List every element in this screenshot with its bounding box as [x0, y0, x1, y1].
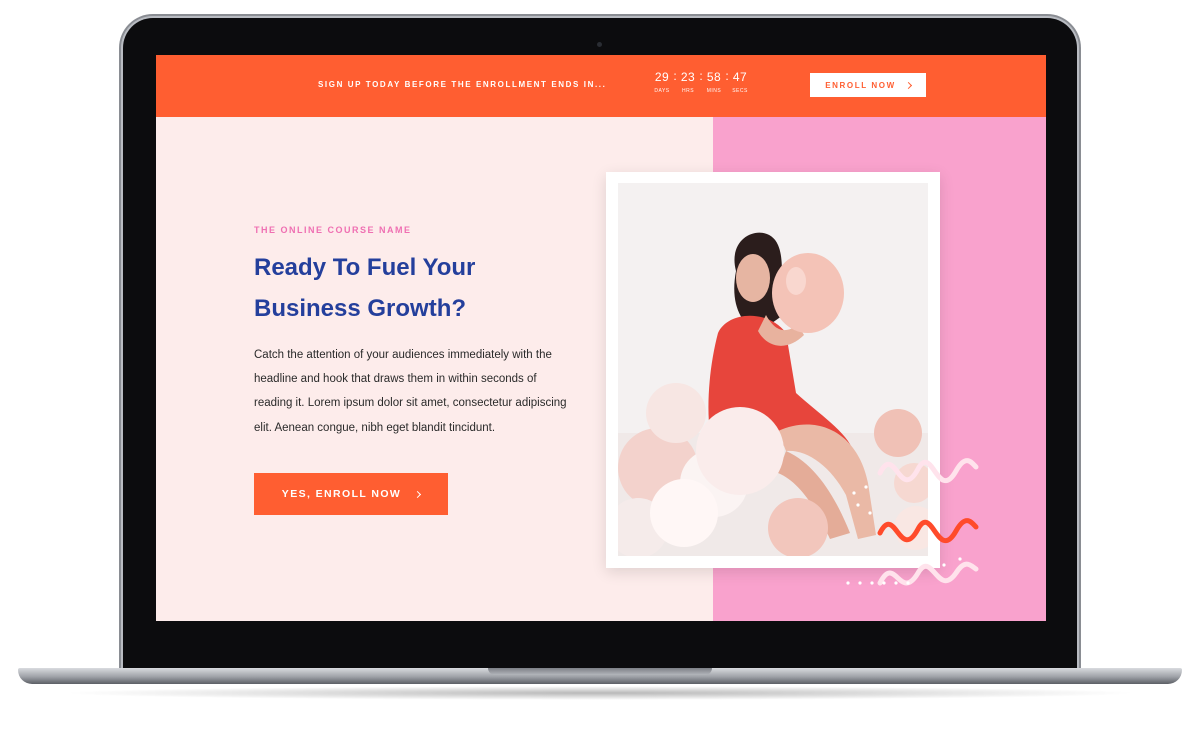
laptop-notch: [488, 668, 712, 675]
announcement-bar: SIGN UP TODAY BEFORE THE ENROLLMENT ENDS…: [156, 55, 1046, 117]
countdown-value: 29: [654, 70, 670, 84]
cta-label: YES, ENROLL NOW: [281, 488, 402, 500]
countdown-minutes: 58 MINS: [704, 70, 724, 94]
countdown-label: DAYS: [654, 88, 670, 94]
countdown-value: 23: [680, 70, 696, 84]
headline-line-1: Ready To Fuel Your: [254, 254, 476, 281]
countdown-hours: 23 HRS: [678, 70, 698, 94]
laptop-shadow: [60, 686, 1140, 700]
countdown-value: 47: [732, 70, 748, 84]
enroll-now-button[interactable]: ENROLL NOW: [810, 73, 926, 97]
countdown-timer: 29 DAYS : 23 HRS : 58 MINS : 47 SECS: [652, 70, 750, 95]
hero-headline: Ready To Fuel Your Business Growth?: [254, 247, 574, 329]
hero-description: Catch the attention of your audiences im…: [254, 349, 567, 434]
chevron-right-icon: [904, 81, 912, 89]
countdown-label: SECS: [732, 88, 748, 94]
promo-text: SIGN UP TODAY BEFORE THE ENROLLMENT ENDS…: [318, 80, 607, 89]
course-name-eyebrow: THE ONLINE COURSE NAME: [254, 225, 412, 235]
headline-line-2: Business Growth?: [254, 295, 467, 322]
countdown-days: 29 DAYS: [652, 70, 672, 94]
laptop-screen: SIGN UP TODAY BEFORE THE ENROLLMENT ENDS…: [156, 55, 1046, 621]
camera-icon: [597, 42, 602, 47]
countdown-seconds: 47 SECS: [730, 70, 750, 94]
countdown-label: HRS: [681, 88, 695, 94]
yes-enroll-now-button[interactable]: YES, ENROLL NOW: [254, 473, 448, 515]
countdown-value: 58: [706, 70, 722, 84]
enroll-now-label: ENROLL NOW: [825, 80, 896, 90]
squiggle-decoration: [846, 458, 979, 586]
chevron-right-icon: [414, 490, 422, 498]
countdown-label: MINS: [706, 88, 722, 94]
